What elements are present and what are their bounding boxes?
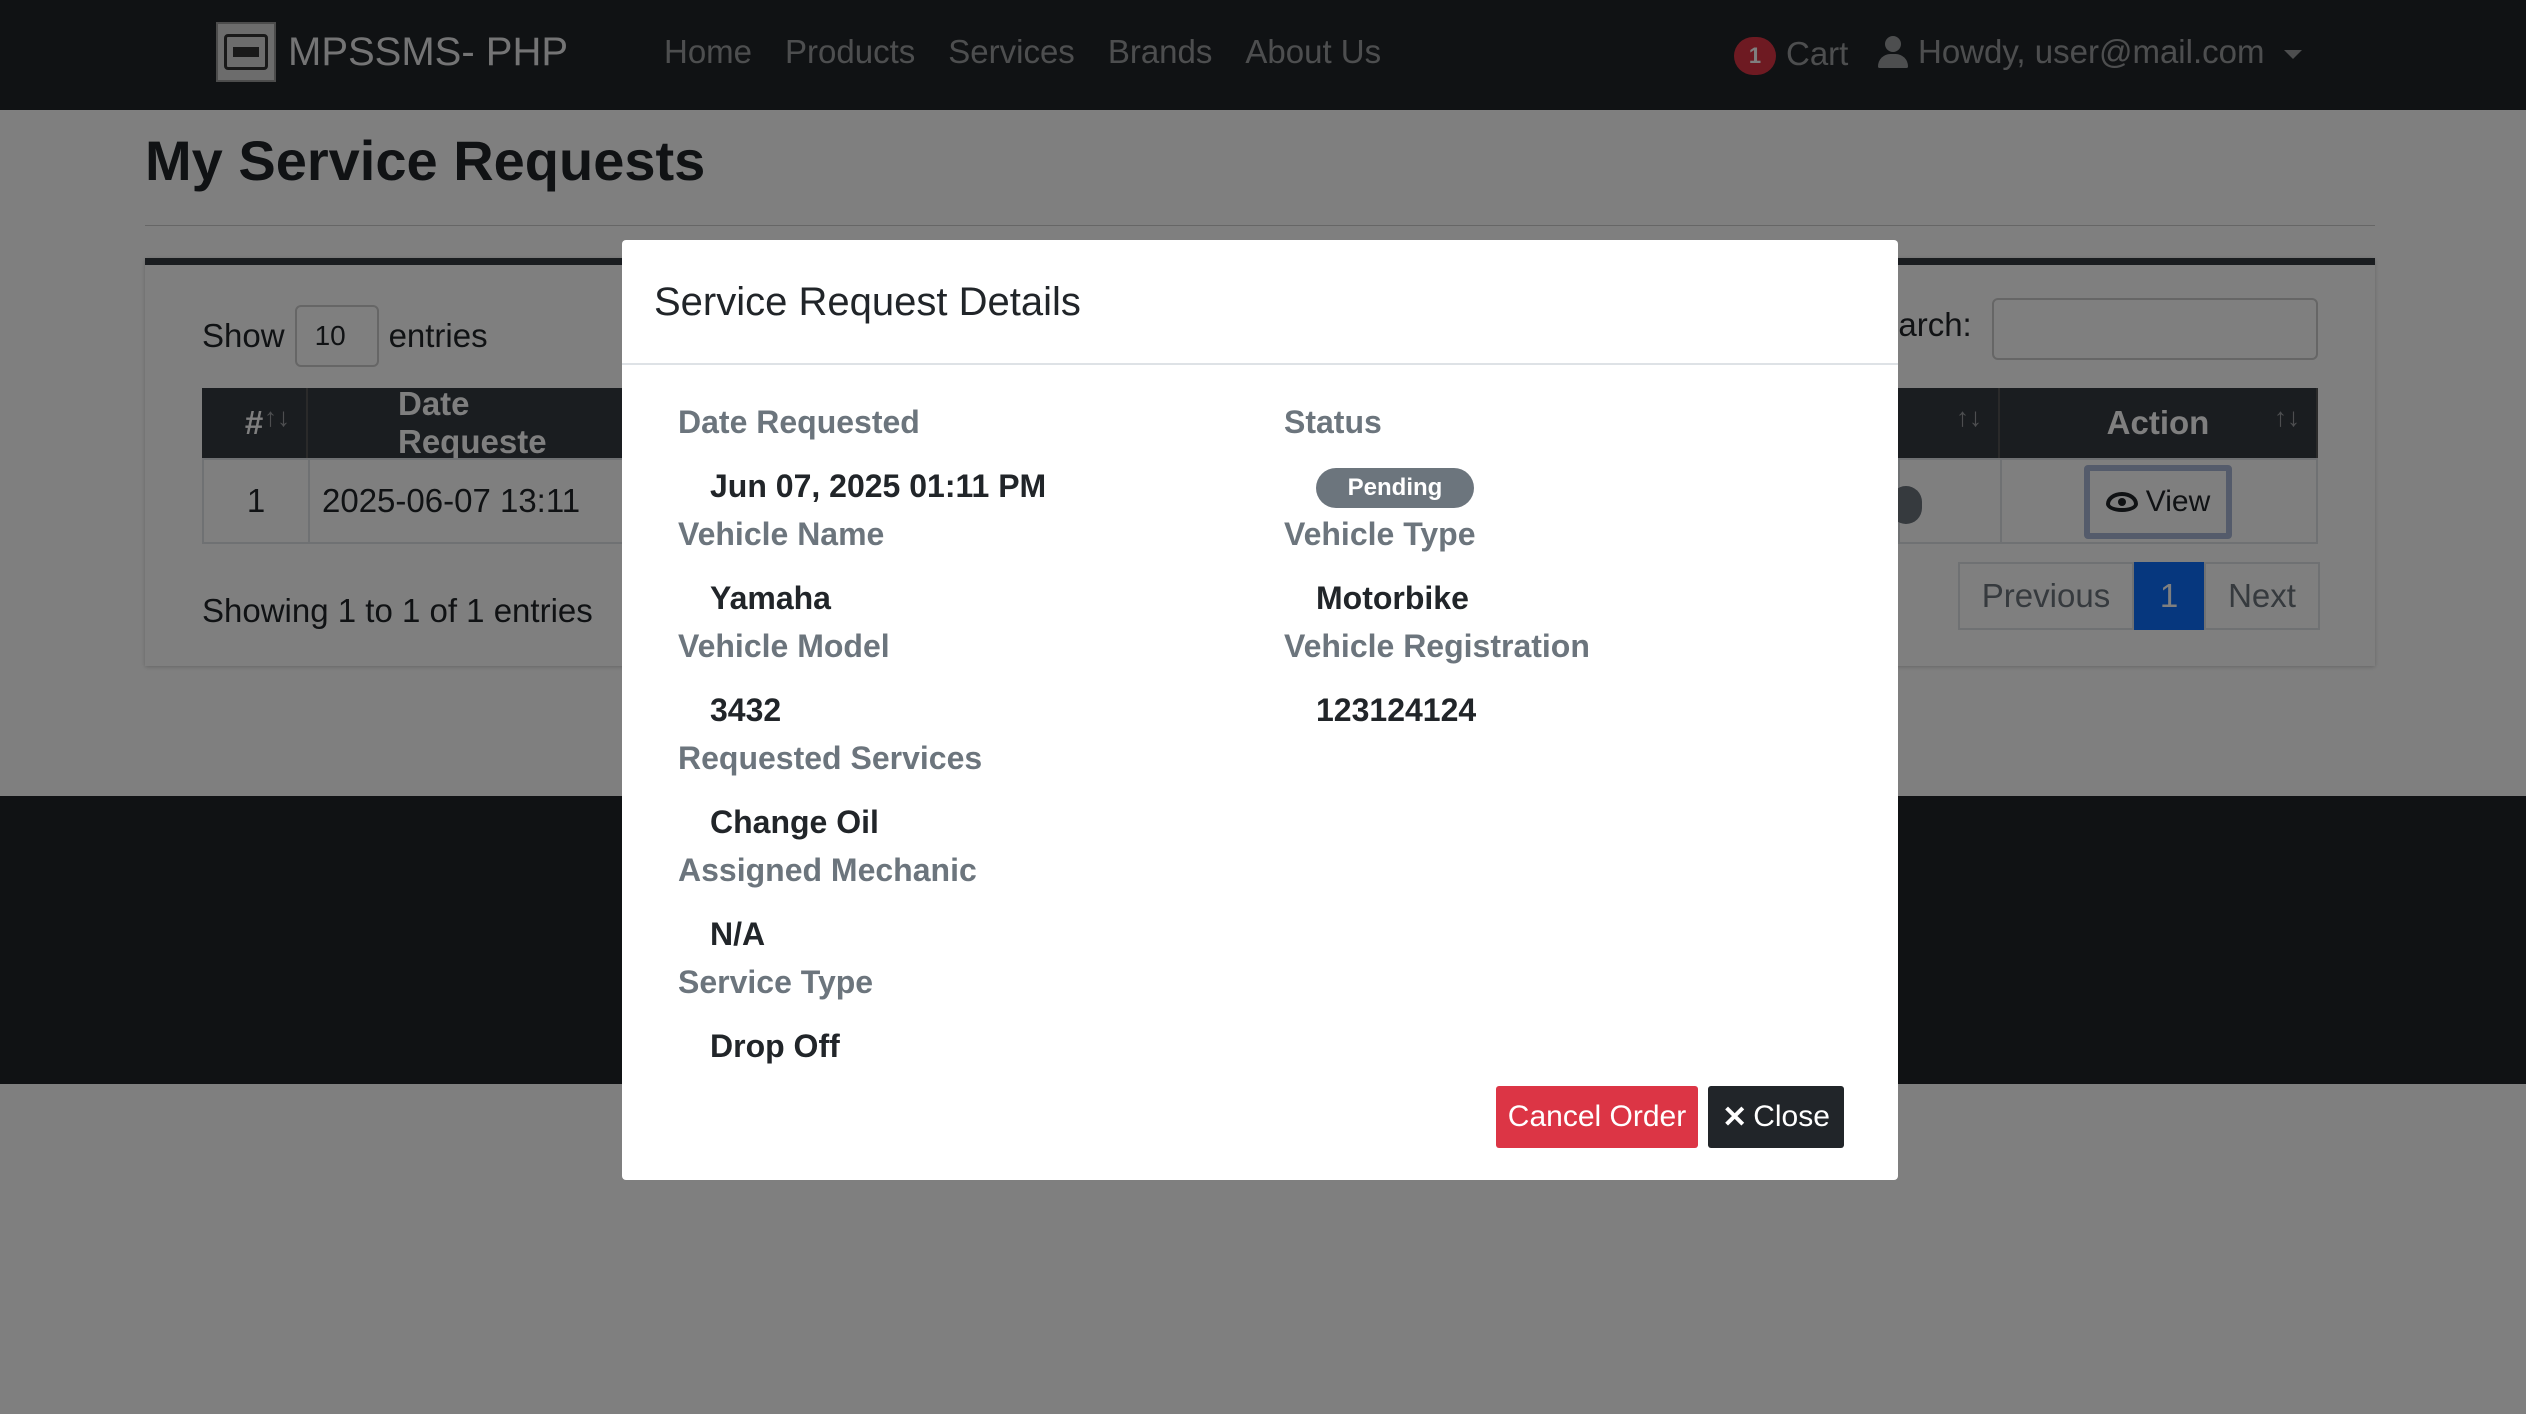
vehicle-registration-label: Vehicle Registration — [1284, 628, 1590, 664]
assigned-mechanic-value: N/A — [710, 916, 766, 952]
vehicle-name-label: Vehicle Name — [678, 516, 885, 552]
vehicle-registration-value: 123124124 — [1316, 692, 1477, 728]
service-request-modal: Service Request Details Date Requested J… — [622, 240, 1898, 1180]
requested-services-label: Requested Services — [678, 740, 983, 776]
close-button[interactable]: ✕ Close — [1708, 1086, 1844, 1148]
modal-title: Service Request Details — [654, 280, 1081, 324]
close-label: Close — [1753, 1100, 1830, 1133]
cancel-order-button[interactable]: Cancel Order — [1496, 1086, 1698, 1148]
vehicle-name-value: Yamaha — [710, 580, 831, 616]
requested-services-value: Change Oil — [710, 804, 879, 840]
vehicle-model-label: Vehicle Model — [678, 628, 890, 664]
status-label: Status — [1284, 404, 1382, 440]
service-type-value: Drop Off — [710, 1028, 840, 1064]
date-requested-label: Date Requested — [678, 404, 920, 440]
status-badge: Pending — [1316, 468, 1474, 508]
assigned-mechanic-label: Assigned Mechanic — [678, 852, 977, 888]
vehicle-type-label: Vehicle Type — [1284, 516, 1476, 552]
close-icon: ✕ — [1722, 1100, 1748, 1134]
modal-header: Service Request Details — [622, 240, 1898, 365]
date-requested-value: Jun 07, 2025 01:11 PM — [710, 468, 1047, 504]
vehicle-type-value: Motorbike — [1316, 580, 1469, 616]
vehicle-model-value: 3432 — [710, 692, 782, 728]
service-type-label: Service Type — [678, 964, 874, 1000]
